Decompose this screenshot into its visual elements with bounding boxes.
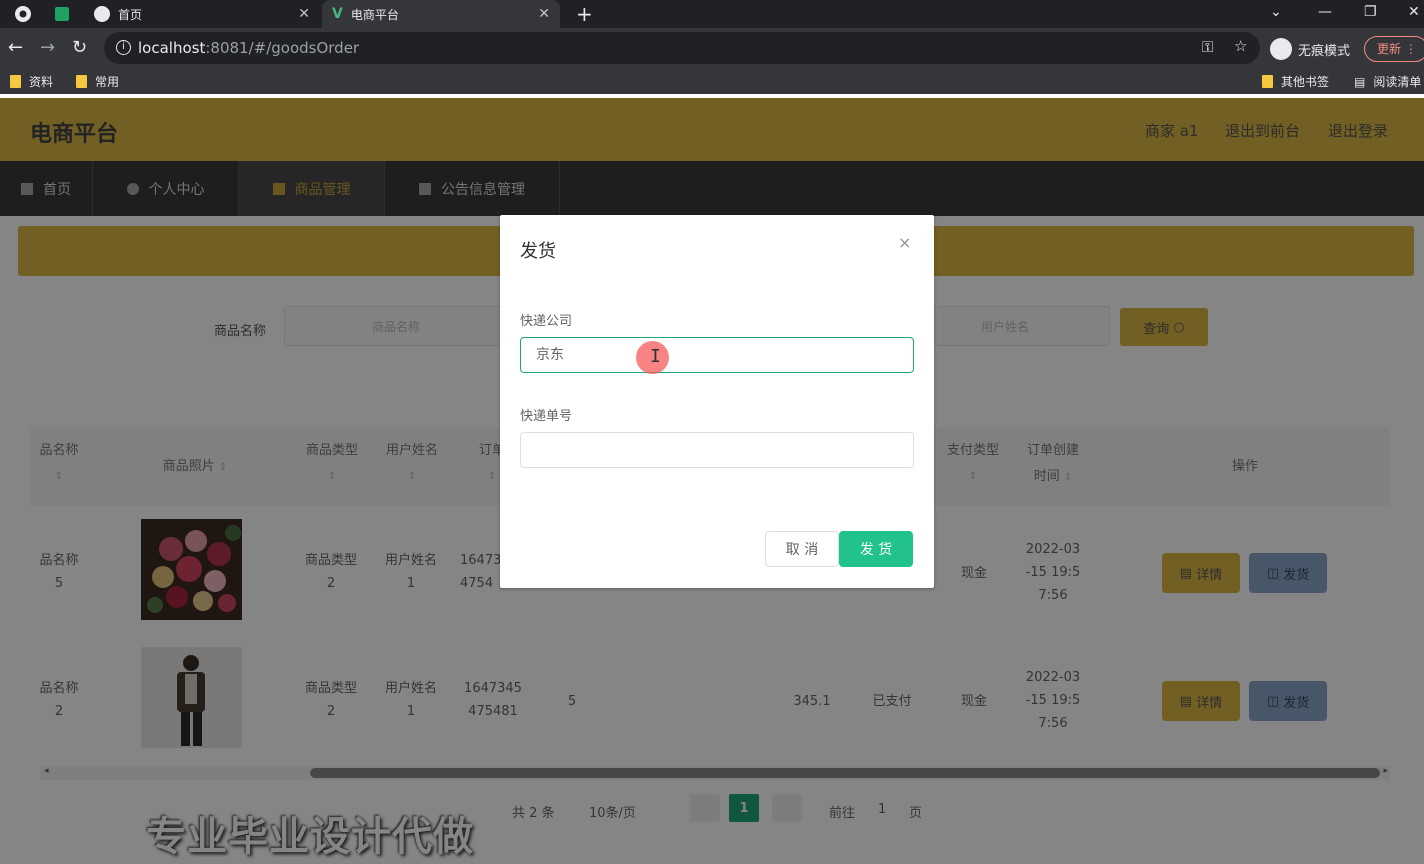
folder-icon [1262, 75, 1273, 88]
incognito-label: 无痕模式 [1298, 43, 1351, 59]
reload-icon[interactable]: ↻ [72, 38, 87, 58]
update-button[interactable]: 更新 ⋮ [1364, 36, 1424, 62]
ship-dialog: 发货 × 快递公司 京东 快递单号 取 消 发 货 [500, 215, 934, 588]
star-icon[interactable]: ☆ [1234, 37, 1247, 55]
text-cursor-icon: I [650, 346, 661, 367]
incognito-indicator[interactable]: 无痕模式 [1270, 38, 1350, 60]
globe-icon [94, 6, 110, 22]
url-input[interactable]: i localhost:8081/#/goodsOrder ⚿ ☆ [104, 32, 1260, 64]
incognito-icon [1270, 38, 1292, 60]
bookmark-label: 其他书签 [1281, 75, 1330, 89]
back-icon[interactable]: ← [8, 38, 23, 58]
bookmark-label: 常用 [95, 75, 120, 89]
url-path: :8081/#/goodsOrder [205, 39, 360, 57]
close-window-button[interactable]: ✕ [1408, 4, 1420, 20]
minimize-button[interactable]: — [1318, 4, 1332, 20]
other-bookmarks[interactable]: 其他书签 [1262, 73, 1329, 90]
browser-tab-bar: 首页 ✕ V 电商平台 ✕ + ⌄ — ❐ ✕ [0, 0, 1424, 28]
tab-home[interactable]: 首页 ✕ [84, 0, 320, 28]
key-icon[interactable]: ⚿ [1202, 38, 1213, 56]
restore-button[interactable]: ❐ [1364, 4, 1377, 20]
reading-list[interactable]: ▤ 阅读清单 [1354, 73, 1421, 90]
info-icon[interactable]: i [116, 40, 131, 55]
browser-address-bar: ← → ↻ i localhost:8081/#/goodsOrder ⚿ ☆ [0, 28, 1424, 68]
tracking-number-input[interactable] [520, 432, 914, 468]
folder-icon [76, 75, 87, 88]
tab-ecommerce-title: 电商平台 [350, 7, 399, 22]
tab-ecommerce[interactable]: V 电商平台 ✕ [322, 0, 560, 28]
app-tab-icon[interactable] [54, 6, 70, 26]
forward-icon[interactable]: → [40, 38, 55, 58]
chevron-down-icon[interactable]: ⌄ [1270, 4, 1282, 20]
dialog-title: 发货 [520, 241, 556, 262]
bookmarks-bar: 资料 常用 其他书签 ▤ 阅读清单 [0, 68, 1424, 94]
close-icon[interactable]: ✕ [538, 6, 550, 22]
folder-icon [10, 75, 21, 88]
confirm-ship-button[interactable]: 发 货 [839, 531, 913, 567]
bookmark-label: 阅读清单 [1373, 75, 1422, 89]
cancel-button[interactable]: 取 消 [765, 531, 839, 567]
url-host: localhost [138, 39, 206, 57]
bookmark-folder[interactable]: 常用 [76, 73, 119, 90]
tab-home-title: 首页 [118, 7, 143, 22]
vue-icon: V [332, 6, 343, 22]
tracking-number-label: 快递单号 [520, 409, 573, 424]
courier-company-input[interactable]: 京东 [520, 337, 914, 373]
close-icon[interactable]: ✕ [298, 6, 310, 22]
bookmark-label: 资料 [29, 75, 54, 89]
new-tab-button[interactable]: + [576, 2, 593, 26]
courier-company-label: 快递公司 [520, 314, 573, 329]
reading-list-icon: ▤ [1354, 74, 1366, 89]
bookmark-folder[interactable]: 资料 [10, 73, 53, 90]
close-icon[interactable]: × [898, 233, 911, 252]
browser-logo-icon [14, 5, 32, 27]
update-label: 更新 [1377, 42, 1402, 56]
